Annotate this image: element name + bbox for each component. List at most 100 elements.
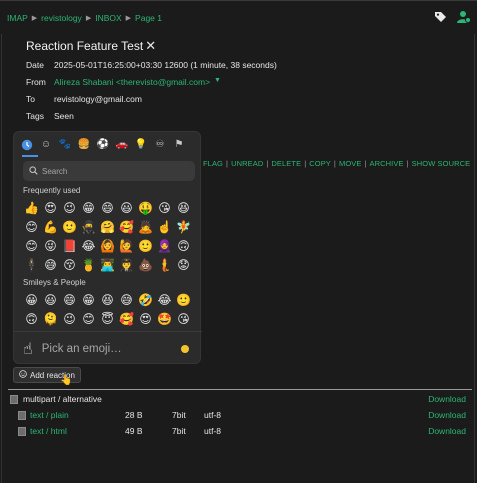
copy-action[interactable]: COPY: [309, 159, 331, 168]
breadcrumb-account[interactable]: revistology: [41, 13, 82, 23]
header-value: 2025-05-01T16:25:00+03:30 12600 (1 minut…: [54, 60, 277, 70]
emoji-button[interactable]: 😜: [41, 236, 60, 255]
emoji-button[interactable]: 🙃: [22, 309, 41, 328]
delete-action[interactable]: DELETE: [271, 159, 301, 168]
emoji-button[interactable]: 😆: [98, 290, 117, 309]
animal-icon[interactable]: 🐾: [59, 139, 71, 151]
emoji-button[interactable]: 🧑‍✈️: [117, 255, 136, 274]
emoji-scroll-area[interactable]: Frequently used 👍 😍 😉 😁 😄 😃 🤑 😘 😆 😊 💪 🙂 🥷 🤗 🥰 🙇 ☝️ 🧚 😊 😜 📕 😂 🙆…: [14, 184, 202, 331]
emoji-button[interactable]: 🙂: [174, 290, 193, 309]
symbols-icon[interactable]: ♾: [154, 139, 166, 151]
emoji-button[interactable]: 😄: [60, 290, 79, 309]
sender-link[interactable]: Alireza Shabani <therevisto@gmail.com>: [54, 77, 210, 87]
emoji-button[interactable]: 🙂: [136, 236, 155, 255]
emoji-button[interactable]: 🤣: [136, 290, 155, 309]
emoji-button[interactable]: 🧕: [155, 236, 174, 255]
download-link[interactable]: Download: [428, 394, 466, 404]
skin-tone-button[interactable]: [181, 345, 189, 353]
header-value: Seen: [54, 111, 74, 121]
emoji-button[interactable]: 😉: [60, 309, 79, 328]
emoji-button[interactable]: 😊: [22, 236, 41, 255]
tag-icon[interactable]: [434, 11, 447, 25]
header-key: From: [26, 77, 46, 87]
emoji-button[interactable]: 😆: [174, 198, 193, 217]
emoji-search: [23, 161, 195, 181]
active-tab-indicator: [22, 155, 38, 157]
emoji-button[interactable]: 🫠: [41, 309, 60, 328]
flags-icon[interactable]: ⚑: [173, 139, 185, 151]
breadcrumb-page[interactable]: Page 1: [135, 13, 162, 23]
preview-emoji: ☝: [23, 340, 33, 358]
part-name[interactable]: text / plain: [30, 410, 69, 420]
emoji-button[interactable]: 🥰: [117, 309, 136, 328]
emoji-button[interactable]: 🧚: [174, 217, 193, 236]
emoji-button[interactable]: 😁: [79, 198, 98, 217]
move-action[interactable]: MOVE: [339, 159, 362, 168]
unread-action[interactable]: UNREAD: [231, 159, 263, 168]
user-settings-icon[interactable]: [457, 10, 471, 26]
recent-icon[interactable]: [21, 139, 33, 151]
top-border: [0, 0, 477, 1]
breadcrumb-imap[interactable]: IMAP: [7, 13, 28, 23]
emoji-button[interactable]: 😅: [117, 290, 136, 309]
emoji-button[interactable]: 🙂: [60, 217, 79, 236]
emoji-button[interactable]: 🙋: [117, 236, 136, 255]
emoji-button[interactable]: 😘: [174, 309, 193, 328]
emoji-button[interactable]: 😃: [117, 198, 136, 217]
archive-action[interactable]: ARCHIVE: [370, 159, 404, 168]
breadcrumb-inbox[interactable]: INBOX: [95, 13, 121, 23]
emoji-button[interactable]: 📕: [60, 236, 79, 255]
emoji-grid-smileys: 😀 😃 😄 😁 😆 😅 🤣 😂 🙂 🙃 🫠 😉 😊 😇 🥰 😍 🤩 😘: [14, 290, 202, 328]
emoji-button[interactable]: 😍: [41, 198, 60, 217]
smiley-icon[interactable]: ☺: [40, 139, 52, 151]
close-icon[interactable]: ✕: [145, 38, 156, 54]
emoji-picker: ☺ 🐾 🍔 ⚽ 🚗 💡 ♾ ⚑ Frequently used 👍😍😉😁😄😃🤑😘…: [13, 131, 202, 364]
emoji-button[interactable]: 👍: [22, 198, 41, 217]
emoji-button[interactable]: 🕴: [22, 255, 41, 274]
travel-icon[interactable]: 🚗: [116, 139, 128, 151]
emoji-button[interactable]: 😇: [98, 309, 117, 328]
breadcrumb-separator-icon: ▶: [31, 15, 38, 22]
emoji-button[interactable]: 🥷: [79, 217, 98, 236]
emoji-button[interactable]: 💩: [136, 255, 155, 274]
emoji-button[interactable]: 🍍: [79, 255, 98, 274]
chevron-down-icon[interactable]: ▼: [214, 77, 221, 87]
emoji-button[interactable]: 😅: [41, 255, 60, 274]
emoji-button[interactable]: 😊: [79, 309, 98, 328]
emoji-button[interactable]: 🤑: [136, 198, 155, 217]
search-icon: [29, 165, 38, 177]
emoji-button[interactable]: 😃: [41, 290, 60, 309]
emoji-button[interactable]: 😍: [136, 309, 155, 328]
emoji-button[interactable]: 😘: [155, 198, 174, 217]
emoji-button[interactable]: 😀: [22, 290, 41, 309]
activity-icon[interactable]: ⚽: [97, 139, 109, 151]
emoji-button[interactable]: 😂: [79, 236, 98, 255]
emoji-button[interactable]: 🤩: [155, 309, 174, 328]
emoji-button[interactable]: 😄: [98, 198, 117, 217]
preview-text: Pick an emoji…: [41, 342, 122, 355]
emoji-button[interactable]: 😟: [174, 255, 193, 274]
download-link[interactable]: Download: [428, 410, 466, 420]
emoji-button[interactable]: 🤗: [98, 217, 117, 236]
emoji-button[interactable]: 🙆: [98, 236, 117, 255]
food-icon[interactable]: 🍔: [78, 139, 90, 151]
flag-action[interactable]: FLAG: [203, 159, 223, 168]
emoji-button[interactable]: 😉: [60, 198, 79, 217]
part-name[interactable]: text / html: [30, 426, 67, 436]
emoji-search-input[interactable]: [42, 166, 182, 176]
show-source-action[interactable]: SHOW SOURCE: [412, 159, 471, 168]
emoji-button[interactable]: 😂: [155, 290, 174, 309]
emoji-button[interactable]: 💪: [41, 217, 60, 236]
emoji-button[interactable]: 😚: [60, 255, 79, 274]
emoji-button[interactable]: 🧜: [155, 255, 174, 274]
download-link[interactable]: Download: [428, 426, 466, 436]
emoji-button[interactable]: 😁: [79, 290, 98, 309]
breadcrumb-separator-icon: ▶: [85, 15, 92, 22]
emoji-button[interactable]: ☝️: [155, 217, 174, 236]
emoji-button[interactable]: 🙇: [136, 217, 155, 236]
emoji-button[interactable]: 🙃: [174, 236, 193, 255]
emoji-button[interactable]: 👨‍💻: [98, 255, 117, 274]
emoji-button[interactable]: 😊: [22, 217, 41, 236]
emoji-button[interactable]: 🥰: [117, 217, 136, 236]
objects-icon[interactable]: 💡: [135, 139, 147, 151]
